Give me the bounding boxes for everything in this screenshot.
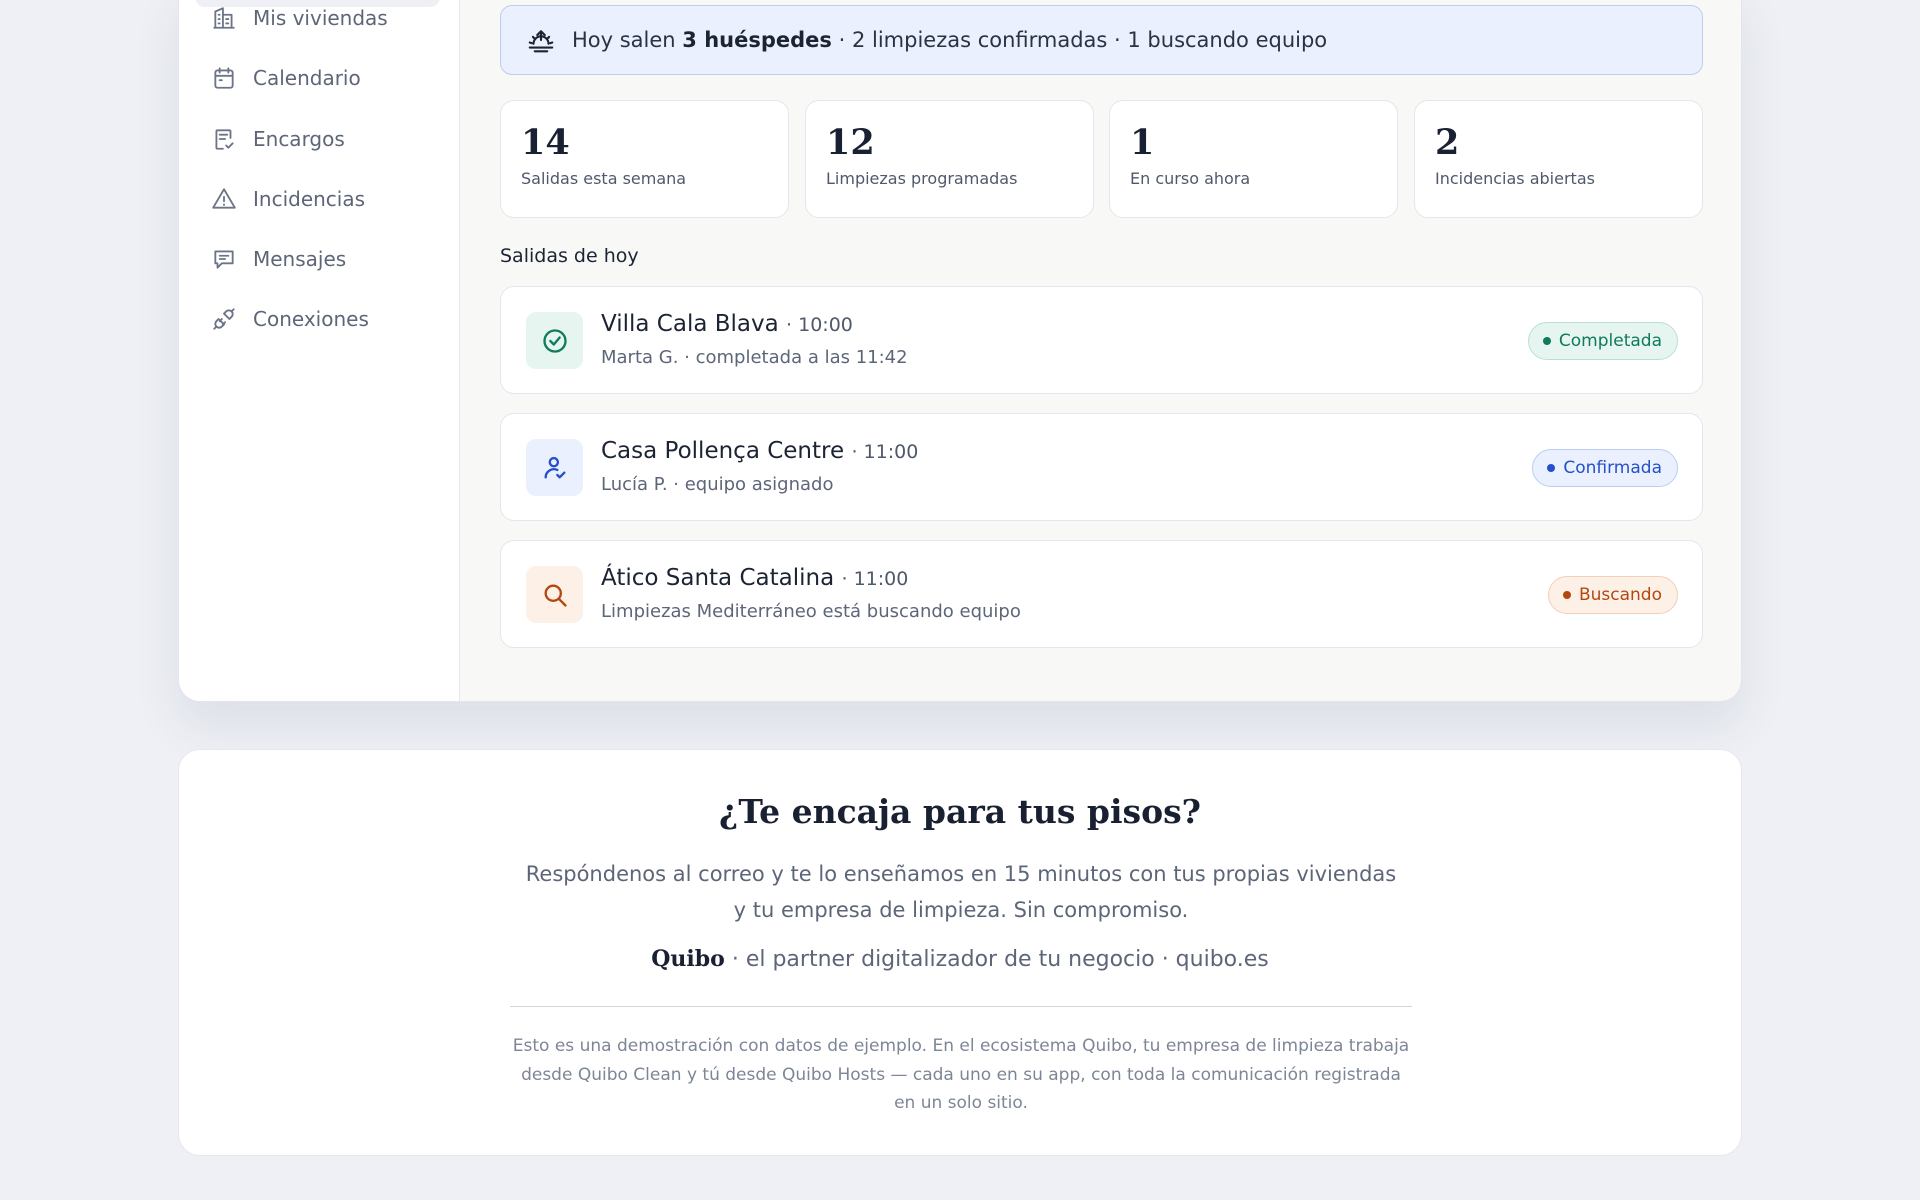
cta-description: Respóndenos al correo y te lo enseñamos … bbox=[525, 862, 1397, 922]
search-icon bbox=[544, 584, 567, 607]
property-name: Villa Cala Blava bbox=[601, 311, 779, 337]
sidebar-item-label: Calendario bbox=[253, 66, 361, 90]
checkout-time: · 10:00 bbox=[786, 314, 853, 336]
row-icon-container bbox=[526, 312, 583, 369]
stat-label: Limpiezas programadas bbox=[826, 169, 1018, 188]
brand-name: Quibo bbox=[651, 946, 725, 972]
checkout-time: · 11:00 bbox=[851, 441, 919, 463]
plug-icon bbox=[211, 306, 237, 332]
sidebar-item-mis-viviendas[interactable]: Mis viviendas bbox=[211, 0, 441, 38]
sidebar-item-calendario[interactable]: Calendario bbox=[211, 58, 441, 98]
row-title: Villa Cala Blava · 10:00 bbox=[601, 311, 853, 337]
stat-card-limpiezas: 12 Limpiezas programadas bbox=[805, 100, 1094, 218]
cta-card: ¿Te encaja para tus pisos? Respóndenos a… bbox=[178, 749, 1742, 1156]
departure-row-atico-santa-catalina[interactable]: Ático Santa Catalina · 11:00 Limpiezas M… bbox=[500, 540, 1703, 648]
sidebar-item-label: Incidencias bbox=[253, 187, 366, 211]
status-label: Buscando bbox=[1578, 585, 1662, 605]
divider bbox=[510, 1006, 1412, 1007]
sidebar-item-conexiones[interactable]: Conexiones bbox=[211, 299, 441, 339]
calendar-icon bbox=[211, 65, 237, 91]
sidebar-item-incidencias[interactable]: Incidencias bbox=[211, 179, 441, 219]
checkout-time: · 11:00 bbox=[841, 568, 909, 590]
stat-label: En curso ahora bbox=[1130, 169, 1251, 188]
sidebar-item-label: Mis viviendas bbox=[253, 6, 388, 30]
sidebar-item-mensajes[interactable]: Mensajes bbox=[211, 239, 441, 279]
sidebar: Mis viviendas Calendario Encargos Incide… bbox=[179, 0, 460, 701]
banner-guests: 3 huéspedes bbox=[682, 28, 832, 52]
property-name: Ático Santa Catalina bbox=[601, 565, 835, 591]
status-label: Confirmada bbox=[1563, 458, 1662, 478]
stat-card-en-curso: 1 En curso ahora bbox=[1109, 100, 1398, 218]
check-circle-icon bbox=[542, 328, 567, 353]
status-badge[interactable]: Confirmada bbox=[1532, 449, 1678, 487]
sidebar-item-label: Encargos bbox=[253, 127, 345, 151]
section-title: Salidas de hoy bbox=[500, 245, 639, 267]
banner-prefix: Hoy salen bbox=[572, 28, 683, 52]
banner-suffix: · 2 limpiezas confirmadas · 1 buscando e… bbox=[831, 28, 1328, 52]
row-title: Casa Pollença Centre · 11:00 bbox=[601, 438, 918, 464]
property-name: Casa Pollença Centre bbox=[601, 438, 845, 464]
stat-label: Incidencias abiertas bbox=[1435, 169, 1595, 188]
sunset-icon bbox=[526, 25, 556, 55]
status-dot bbox=[1547, 464, 1556, 472]
warning-icon bbox=[211, 186, 237, 212]
message-icon bbox=[211, 246, 237, 272]
stat-label: Salidas esta semana bbox=[521, 169, 687, 188]
stat-value: 1 bbox=[1130, 122, 1155, 163]
demo-disclaimer: Esto es una demostración con datos de ej… bbox=[512, 1036, 1410, 1113]
today-summary-banner: Hoy salen 3 huéspedes · 2 limpiezas conf… bbox=[500, 5, 1703, 75]
row-detail: Lucía P. · equipo asignado bbox=[601, 474, 834, 495]
row-title: Ático Santa Catalina · 11:00 bbox=[601, 565, 908, 591]
departure-row-casa-pollenca-centre[interactable]: Casa Pollença Centre · 11:00 Lucía P. · … bbox=[500, 413, 1703, 521]
cta-title: ¿Te encaja para tus pisos? bbox=[719, 792, 1201, 831]
stat-value: 14 bbox=[521, 122, 570, 163]
brand-tagline: · el partner digitalizador de tu negocio… bbox=[724, 947, 1269, 972]
sidebar-item-label: Conexiones bbox=[253, 307, 369, 331]
clipboard-check-icon bbox=[211, 126, 237, 152]
sidebar-item-label: Mensajes bbox=[253, 247, 347, 271]
status-badge[interactable]: Buscando bbox=[1547, 576, 1678, 614]
sidebar-item-encargos[interactable]: Encargos bbox=[211, 119, 441, 159]
status-dot bbox=[1542, 337, 1551, 345]
cta-brand-line: Quibo · el partner digitalizador de tu n… bbox=[179, 946, 1741, 972]
user-check-icon bbox=[544, 456, 565, 478]
row-icon-container bbox=[526, 566, 583, 623]
stat-value: 2 bbox=[1435, 122, 1460, 163]
row-detail: Limpiezas Mediterráneo está buscando equ… bbox=[601, 601, 1021, 622]
stat-card-incidencias: 2 Incidencias abiertas bbox=[1414, 100, 1703, 218]
status-dot bbox=[1562, 591, 1571, 599]
stat-card-salidas: 14 Salidas esta semana bbox=[500, 100, 789, 218]
row-detail: Marta G. · completada a las 11:42 bbox=[601, 347, 908, 368]
stat-value: 12 bbox=[826, 122, 875, 163]
row-icon-container bbox=[526, 439, 583, 496]
departure-row-villa-cala-blava[interactable]: Villa Cala Blava · 10:00 Marta G. · comp… bbox=[500, 286, 1703, 394]
status-label: Completada bbox=[1558, 331, 1662, 351]
building-icon bbox=[211, 5, 237, 31]
status-badge[interactable]: Completada bbox=[1527, 322, 1678, 360]
dashboard-card: Mis viviendas Calendario Encargos Incide… bbox=[178, 0, 1742, 702]
